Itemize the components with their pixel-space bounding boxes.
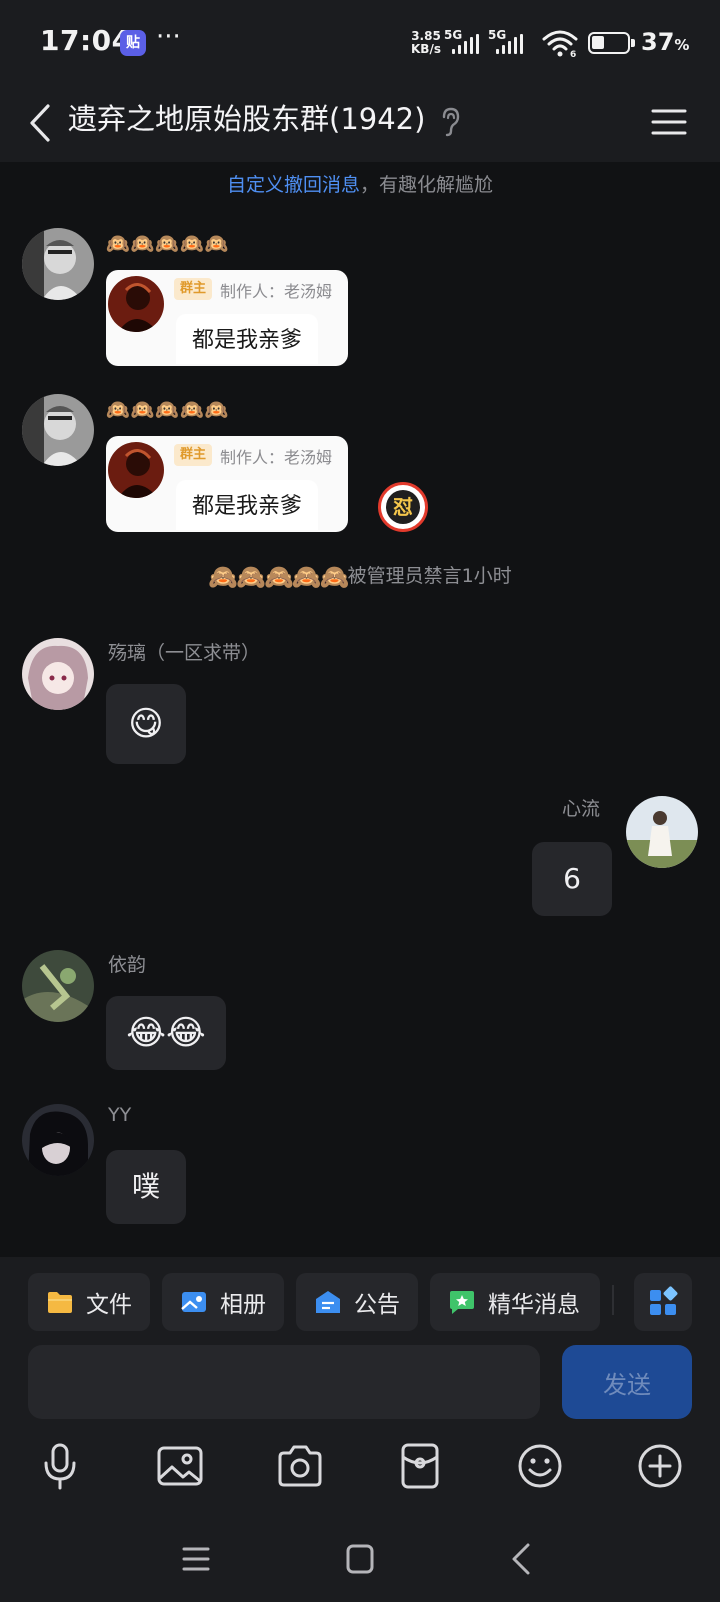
card-maker: 制作人：老汤姆 [220,282,333,301]
reaction-sticker[interactable]: 怼 [378,482,428,532]
message-input[interactable] [28,1345,540,1419]
quick-action-label: 相册 [220,1292,266,1318]
network-speed-unit: KB/s [411,42,441,56]
battery-percent: 37% [641,28,689,56]
quick-action-announcement[interactable]: 公告 [296,1273,418,1331]
message-bubble[interactable]: 😂😂 [106,996,226,1070]
sender-name[interactable]: 心流 [562,794,600,821]
more-notifications-icon: ··· [156,22,181,52]
status-bar: 17:04 贴 ··· 3.85 KB/s 5G 5G 6 37% [0,0,720,88]
avatar[interactable] [22,1104,94,1176]
avatar[interactable] [22,638,94,710]
quick-action-label: 文件 [86,1292,132,1318]
apps-grid-icon [650,1286,678,1315]
tip-banner-text: ，有趣化解尴尬 [360,174,494,196]
recent-apps-icon[interactable] [176,1539,216,1579]
system-message: 🙈🙈🙈🙈🙈被管理员禁言1小时 [0,561,720,591]
owner-badge: 群主 [174,444,212,466]
card-text: 都是我亲爹 [176,480,318,530]
status-time: 17:04 [40,24,132,57]
quick-action-album[interactable]: 相册 [162,1273,284,1331]
hamburger-menu-icon[interactable] [650,102,688,142]
network-speed: 3.85 KB/s [408,30,444,56]
ear-icon[interactable] [437,105,463,139]
avatar[interactable] [626,796,698,868]
chat-header: 遗弃之地原始股东群(1942) [0,88,720,162]
system-message-text: 被管理员禁言1小时 [347,565,512,587]
reaction-sticker-text: 怼 [386,490,420,524]
announcement-icon [316,1291,340,1313]
red-packet-icon[interactable] [395,1441,445,1491]
tip-banner: 自定义撤回消息，有趣化解尴尬 [0,170,720,197]
tieba-app-icon: 贴 [120,30,146,56]
microphone-icon[interactable] [35,1441,85,1491]
avatar[interactable] [22,950,94,1022]
sticker-card[interactable]: 群主 制作人：老汤姆 都是我亲爹 [106,270,348,366]
card-avatar [108,276,164,332]
message-emoji: 🙉🙉🙉🙉🙉 [106,233,230,255]
input-panel: 文件 相册 公告 精华消息 发送 [0,1257,720,1602]
apps-grid-button[interactable] [634,1273,692,1331]
message-emoji: 🙉🙉🙉🙉🙉 [106,399,230,421]
divider [612,1285,614,1315]
message-bubble[interactable]: 6 [532,842,612,916]
quick-action-featured[interactable]: 精华消息 [430,1273,600,1331]
quick-action-label: 公告 [354,1292,400,1318]
input-toolbar [0,1441,720,1499]
chat-title[interactable]: 遗弃之地原始股东群(1942) [68,96,425,138]
chevron-left-icon[interactable] [22,98,62,148]
custom-recall-link[interactable]: 自定义撤回消息 [227,174,360,196]
message-bubble[interactable]: 噗 [106,1150,186,1224]
plus-icon[interactable] [635,1441,685,1491]
send-button[interactable]: 发送 [562,1345,692,1419]
home-icon[interactable] [340,1539,380,1579]
avatar[interactable] [22,394,94,466]
card-maker: 制作人：老汤姆 [220,448,333,467]
message-list[interactable]: 自定义撤回消息，有趣化解尴尬 🙉🙉🙉🙉🙉 群主 制作人：老汤姆 都是我亲爹 🙉🙉… [0,162,720,1257]
avatar[interactable] [22,228,94,300]
sender-name[interactable]: YY [108,1104,131,1126]
back-icon[interactable] [502,1539,542,1579]
quick-action-label: 精华消息 [488,1292,580,1318]
battery-icon [588,32,635,54]
owner-badge: 群主 [174,278,212,300]
featured-message-icon [450,1291,474,1314]
battery-percent-unit: % [674,36,690,54]
system-nav-bar [0,1519,720,1602]
wifi-icon: 6 [542,30,578,58]
sender-name[interactable]: 依韵 [108,950,146,977]
battery-percent-value: 37 [641,28,675,56]
card-avatar [108,442,164,498]
camera-icon[interactable] [275,1441,325,1491]
card-text: 都是我亲爹 [176,314,318,364]
wifi-label: 6 [570,50,576,58]
message-bubble[interactable]: 😋 [106,684,186,764]
image-icon[interactable] [155,1441,205,1491]
quick-action-file[interactable]: 文件 [28,1273,150,1331]
folder-icon [48,1292,72,1313]
emoji-icon[interactable] [515,1441,565,1491]
sender-name[interactable]: 殇璃（一区求带） [108,638,260,665]
system-message-emoji: 🙈🙈🙈🙈🙈 [208,563,349,591]
album-icon [181,1292,206,1312]
sticker-card[interactable]: 群主 制作人：老汤姆 都是我亲爹 [106,436,348,532]
